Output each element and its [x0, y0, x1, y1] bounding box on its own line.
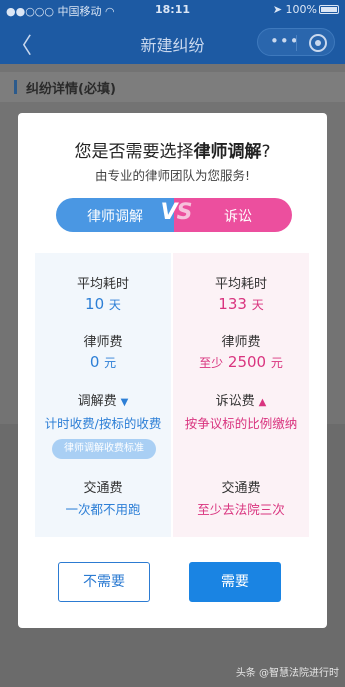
- time-label: 平均耗时: [214, 277, 267, 292]
- section-accent-bar: [14, 80, 17, 94]
- mediation-choice-dialog: 您是否需要选择律师调解? 由专业的律师团队为您服务! 律师调解 诉讼 VS 平均…: [18, 113, 327, 628]
- location-icon: ➤: [272, 3, 283, 16]
- option-litigation: 诉讼: [224, 209, 252, 225]
- litigation-column: 平均耗时 133 天 律师费 至少 2500 元 诉讼费 ▲ 按争议标的比例缴纳 …: [173, 253, 309, 537]
- litigation-fee-label: 诉讼费 ▲: [215, 394, 267, 409]
- litigation-fee-value: 按争议标的比例缴纳: [184, 416, 298, 431]
- battery-icon: [319, 5, 339, 14]
- navigation-bar: 〈 新建纠纷 •••: [0, 20, 345, 64]
- lawyer-fee-value: 0 元: [89, 353, 117, 371]
- transport-label: 交通费: [83, 481, 123, 496]
- time-value: 10 天: [85, 295, 121, 313]
- mediation-fee-value: 计时收费/按标的收费: [44, 416, 162, 431]
- lawyer-fee-label: 律师费: [221, 335, 261, 350]
- battery-status: ➤ 100%: [273, 3, 339, 16]
- arrow-up-icon: ▲: [258, 397, 267, 408]
- mediation-column: 平均耗时 10 天 律师费 0 元 调解费 ▼ 计时收费/按标的收费 律师调解收费…: [35, 253, 171, 537]
- mini-program-capsule: •••: [257, 28, 335, 56]
- arrow-down-icon: ▼: [120, 397, 129, 408]
- fee-standard-link[interactable]: 律师调解收费标准: [52, 439, 156, 459]
- decline-button[interactable]: 不需要: [58, 562, 150, 602]
- lawyer-fee-label: 律师费: [83, 335, 123, 350]
- section-title: 纠纷详情(必填): [26, 82, 116, 97]
- transport-value: 一次都不用跑: [65, 502, 141, 517]
- lawyer-fee-value: 至少 2500 元: [199, 353, 283, 371]
- capsule-divider: [296, 35, 297, 51]
- time-label: 平均耗时: [76, 277, 129, 292]
- vs-badge: VS: [160, 200, 193, 225]
- target-close-icon[interactable]: [309, 34, 327, 52]
- watermark-text: 头条 @智慧法院进行时: [235, 668, 339, 679]
- transport-label: 交通费: [221, 481, 261, 496]
- comparison-banner: 律师调解 诉讼 VS: [56, 198, 292, 232]
- dialog-subtitle: 由专业的律师团队为您服务!: [94, 168, 250, 183]
- status-bar: ●●○○○ 中国移动 ◠ 18:11 ➤ 100%: [0, 0, 345, 20]
- dialog-title: 您是否需要选择律师调解?: [74, 142, 271, 162]
- section-header: 纠纷详情(必填): [0, 72, 345, 102]
- mediation-fee-label: 调解费 ▼: [77, 394, 129, 409]
- confirm-button[interactable]: 需要: [189, 562, 281, 602]
- time-value: 133 天: [218, 295, 264, 313]
- transport-value: 至少去法院三次: [197, 502, 285, 517]
